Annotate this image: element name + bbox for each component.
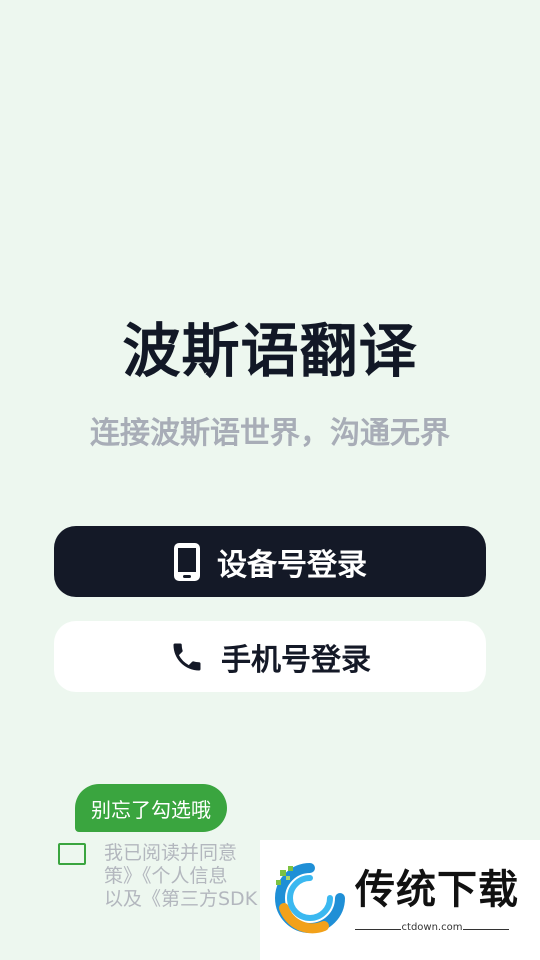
agreement-checkbox[interactable] [58, 843, 86, 865]
watermark-divider [463, 929, 509, 930]
app-title: 波斯语翻译 [122, 317, 418, 385]
agreement-line-1: 我已阅读并同意 [104, 842, 238, 864]
watermark-divider [355, 929, 401, 930]
agreement-text[interactable]: 我已阅读并同意 策》《个人信息 以及《第三方SDK [104, 842, 274, 911]
device-login-button[interactable]: 设备号登录 [54, 526, 486, 597]
watermark-url: ctdown.com [401, 922, 463, 933]
device-login-label: 设备号登录 [217, 547, 367, 583]
phone-login-label: 手机号登录 [221, 642, 371, 678]
phone-login-button[interactable]: 手机号登录 [54, 621, 486, 692]
watermark-overlay: 传统下载 ctdown.com [260, 840, 540, 960]
agreement-line-2: 策》《个人信息 [104, 865, 228, 887]
watermark-logo-icon [274, 862, 346, 938]
agreement-line-3: 以及《第三方SDK [104, 888, 258, 910]
watermark-brand: 传统下载 [355, 867, 519, 913]
check-reminder-tooltip: 别忘了勾选哦 [75, 784, 227, 832]
tooltip-text: 别忘了勾选哦 [91, 797, 211, 822]
app-subtitle: 连接波斯语世界，沟通无界 [90, 416, 450, 451]
smartphone-icon [173, 542, 201, 582]
phone-handset-icon [169, 639, 205, 675]
